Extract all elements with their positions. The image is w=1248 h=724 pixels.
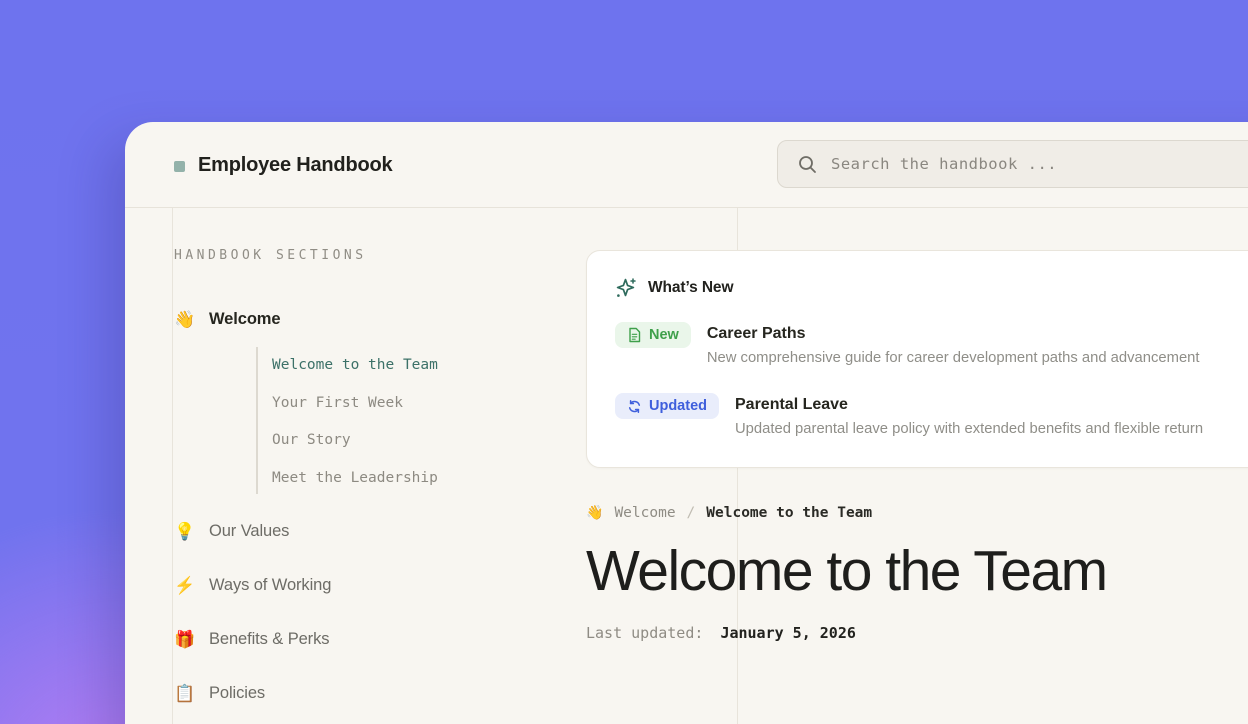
last-updated-label: Last updated:	[586, 624, 703, 642]
sub-nav-rail	[256, 347, 258, 494]
sidebar-item-label: Welcome	[209, 310, 280, 329]
search-input[interactable]	[831, 155, 1248, 173]
whats-new-item-parental-leave[interactable]: Updated Parental Leave Updated parental …	[615, 395, 1248, 437]
whats-new-item-description: Updated parental leave policy with exten…	[735, 421, 1203, 437]
sparkle-icon	[615, 277, 637, 299]
breadcrumb-separator: /	[687, 505, 696, 521]
sidebar-left-rule	[172, 208, 173, 724]
breadcrumb-section-link[interactable]: Welcome	[614, 505, 675, 521]
sidebar-item-label: Ways of Working	[209, 576, 331, 595]
whats-new-item-description: New comprehensive guide for career devel…	[707, 350, 1200, 366]
wave-icon: 👋	[586, 506, 603, 520]
whats-new-item-title: Career Paths	[707, 324, 1200, 343]
search-icon	[798, 155, 817, 174]
app-body: HANDBOOK SECTIONS 👋 Welcome Welcome to t…	[125, 208, 1248, 724]
sidebar-item-label: Policies	[209, 684, 265, 703]
wave-icon: 👋	[174, 311, 196, 328]
sidebar-item-our-values[interactable]: 💡 Our Values	[174, 522, 289, 541]
document-icon	[627, 327, 642, 343]
whats-new-item-title: Parental Leave	[735, 395, 1203, 414]
lightning-icon: ⚡	[174, 577, 196, 594]
app-brand: Employee Handbook	[174, 122, 392, 208]
page-title: Welcome to the Team	[586, 542, 1248, 602]
search-box[interactable]	[777, 140, 1248, 188]
whats-new-title: What’s New	[648, 279, 733, 297]
gift-icon: 🎁	[174, 631, 196, 648]
whats-new-item-career-paths[interactable]: New Career Paths New comprehensive guide…	[615, 324, 1248, 366]
sidebar-item-policies[interactable]: 📋 Policies	[174, 684, 265, 703]
sidebar-subitem-our-story[interactable]: Our Story	[272, 431, 351, 449]
badge-label: New	[649, 327, 679, 343]
sidebar-item-welcome[interactable]: 👋 Welcome	[174, 310, 280, 329]
main-content: What’s New New Career Paths New comprehe…	[586, 208, 1248, 642]
breadcrumb-current-page: Welcome to the Team	[706, 505, 872, 521]
sidebar-subitem-meet-the-leadership[interactable]: Meet the Leadership	[272, 469, 438, 487]
new-badge: New	[615, 322, 691, 348]
sidebar-item-label: Benefits & Perks	[209, 630, 329, 649]
whats-new-card: What’s New New Career Paths New comprehe…	[586, 250, 1248, 468]
badge-label: Updated	[649, 398, 707, 414]
app-title: Employee Handbook	[198, 154, 392, 177]
refresh-icon	[627, 399, 642, 414]
breadcrumb: 👋 Welcome / Welcome to the Team	[586, 505, 1248, 521]
sidebar-item-ways-of-working[interactable]: ⚡ Ways of Working	[174, 576, 331, 595]
sidebar-subitem-welcome-to-the-team[interactable]: Welcome to the Team	[272, 356, 438, 374]
whats-new-header: What’s New	[615, 277, 1248, 299]
sidebar-item-label: Our Values	[209, 522, 289, 541]
sidebar-item-benefits-perks[interactable]: 🎁 Benefits & Perks	[174, 630, 329, 649]
clipboard-icon: 📋	[174, 685, 196, 702]
last-updated: Last updated: January 5, 2026	[586, 624, 1248, 642]
lightbulb-icon: 💡	[174, 523, 196, 540]
sidebar-subitem-your-first-week[interactable]: Your First Week	[272, 394, 403, 412]
updated-badge: Updated	[615, 393, 719, 419]
brand-square-icon	[174, 161, 185, 172]
app-header: Employee Handbook	[125, 122, 1248, 208]
sidebar-heading: HANDBOOK SECTIONS	[174, 248, 367, 263]
handbook-app-card: Employee Handbook HANDBOOK SECTIONS 👋 We…	[125, 122, 1248, 724]
last-updated-value: January 5, 2026	[720, 624, 855, 642]
